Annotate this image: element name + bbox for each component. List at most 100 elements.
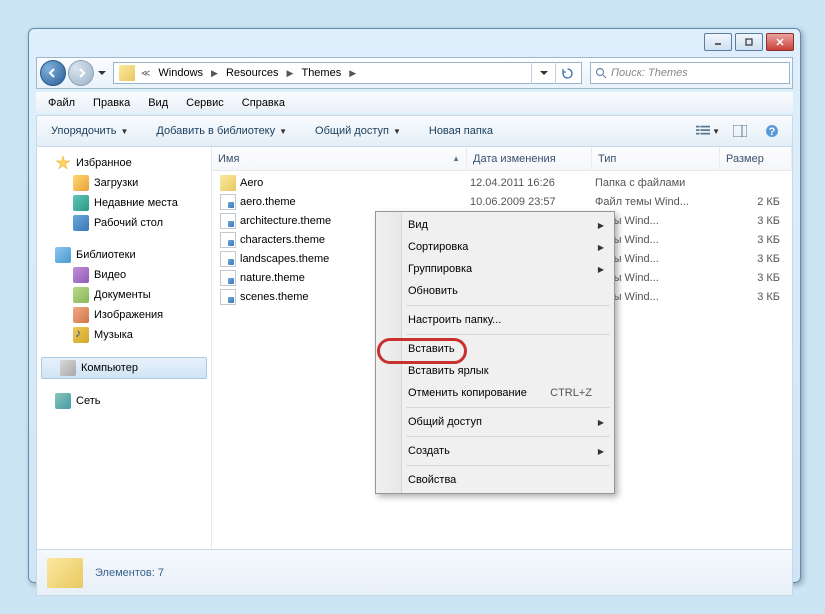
theme-icon (220, 251, 236, 267)
ctx-new[interactable]: Создать (378, 440, 612, 462)
column-type[interactable]: Тип (592, 147, 720, 170)
theme-icon (220, 213, 236, 229)
chevron-right-icon[interactable]: ▶ (346, 68, 359, 79)
titlebar (29, 29, 800, 57)
ctx-customize[interactable]: Настроить папку... (378, 309, 612, 331)
file-row[interactable]: aero.theme 10.06.2009 23:57Файл темы Wind… (212, 192, 792, 211)
sidebar-video[interactable]: Видео (37, 265, 211, 285)
theme-icon (220, 270, 236, 286)
column-headers: Имя▲ Дата изменения Тип Размер (212, 147, 792, 171)
sidebar-downloads[interactable]: Загрузки (37, 173, 211, 193)
ctx-sort[interactable]: Сортировка (378, 236, 612, 258)
sidebar-documents[interactable]: Документы (37, 285, 211, 305)
star-icon (55, 155, 71, 171)
video-icon (73, 267, 89, 283)
sidebar-network[interactable]: Сеть (37, 391, 211, 411)
preview-pane-button[interactable] (728, 120, 752, 142)
refresh-button[interactable] (555, 62, 579, 84)
file-name: aero.theme (240, 196, 296, 208)
sidebar-music[interactable]: Музыка (37, 325, 211, 345)
column-date[interactable]: Дата изменения (467, 147, 592, 170)
sidebar-libraries[interactable]: Библиотеки (37, 245, 211, 265)
menu-file[interactable]: Файл (40, 95, 83, 111)
images-icon (73, 307, 89, 323)
network-icon (55, 393, 71, 409)
back-button[interactable] (40, 60, 66, 86)
ctx-undo[interactable]: Отменить копированиеCTRL+Z (378, 382, 612, 404)
file-name: architecture.theme (240, 215, 331, 227)
computer-icon (60, 360, 76, 376)
ctx-refresh[interactable]: Обновить (378, 280, 612, 302)
menu-view[interactable]: Вид (140, 95, 176, 111)
share-button[interactable]: Общий доступ▼ (309, 122, 407, 140)
add-library-button[interactable]: Добавить в библиотеку▼ (150, 122, 293, 140)
sidebar-images[interactable]: Изображения (37, 305, 211, 325)
ctx-sharing[interactable]: Общий доступ (378, 411, 612, 433)
file-size: 3 КБ (723, 291, 792, 303)
file-size: 3 КБ (723, 253, 792, 265)
toolbar: Упорядочить▼ Добавить в библиотеку▼ Общи… (36, 115, 793, 147)
menu-edit[interactable]: Правка (85, 95, 138, 111)
library-icon (55, 247, 71, 263)
forward-button[interactable] (68, 60, 94, 86)
menu-help[interactable]: Справка (234, 95, 293, 111)
search-input[interactable]: Поиск: Themes (590, 62, 790, 84)
chevron-right-icon[interactable]: ≪ (138, 68, 153, 79)
file-row[interactable]: Aero12.04.2011 16:26Папка с файлами (212, 173, 792, 192)
organize-button[interactable]: Упорядочить▼ (45, 122, 134, 140)
sidebar-favorites[interactable]: Избранное (37, 153, 211, 173)
file-name: nature.theme (240, 272, 305, 284)
breadcrumb-segment[interactable]: Windows (153, 63, 208, 83)
file-name: characters.theme (240, 234, 325, 246)
ctx-group[interactable]: Группировка (378, 258, 612, 280)
file-name: landscapes.theme (240, 253, 329, 265)
ctx-properties[interactable]: Свойства (378, 469, 612, 491)
statusbar: Элементов: 7 (36, 550, 793, 596)
nav-history-dropdown[interactable] (95, 63, 109, 83)
minimize-button[interactable] (704, 33, 732, 51)
sidebar: Избранное Загрузки Недавние места Рабочи… (37, 147, 212, 549)
theme-icon (220, 289, 236, 305)
theme-icon (220, 232, 236, 248)
column-size[interactable]: Размер (720, 147, 792, 170)
sidebar-computer[interactable]: Компьютер (41, 357, 207, 379)
documents-icon (73, 287, 89, 303)
ctx-view[interactable]: Вид (378, 214, 612, 236)
folder-icon (220, 175, 236, 191)
column-name[interactable]: Имя▲ (212, 147, 467, 170)
file-type: Файл темы Wind... (595, 196, 723, 208)
desktop-icon (73, 215, 89, 231)
breadcrumb-segment[interactable]: Themes (296, 63, 346, 83)
downloads-icon (73, 175, 89, 191)
search-icon (595, 67, 607, 79)
breadcrumb-segment[interactable]: Resources (221, 63, 284, 83)
menu-tools[interactable]: Сервис (178, 95, 232, 111)
view-mode-button[interactable]: ▼ (696, 120, 720, 142)
new-folder-button[interactable]: Новая папка (423, 122, 499, 140)
svg-text:?: ? (769, 126, 776, 138)
file-name: scenes.theme (240, 291, 308, 303)
folder-icon (47, 558, 83, 588)
file-size: 2 КБ (723, 196, 792, 208)
file-size: 3 КБ (723, 215, 792, 227)
chevron-right-icon[interactable]: ▶ (284, 68, 297, 79)
search-placeholder: Поиск: Themes (611, 67, 688, 79)
ctx-paste-shortcut[interactable]: Вставить ярлык (378, 360, 612, 382)
menubar: Файл Правка Вид Сервис Справка (36, 92, 793, 113)
file-size: 3 КБ (723, 272, 792, 284)
breadcrumb-dropdown[interactable] (531, 62, 555, 84)
file-date: 10.06.2009 23:57 (470, 196, 595, 208)
maximize-button[interactable] (735, 33, 763, 51)
ctx-paste[interactable]: Вставить (378, 338, 612, 360)
context-menu: Вид Сортировка Группировка Обновить Наст… (375, 211, 615, 494)
breadcrumb[interactable]: ≪ Windows▶ Resources▶ Themes▶ (113, 62, 582, 84)
file-type: Папка с файлами (595, 177, 723, 189)
sidebar-desktop[interactable]: Рабочий стол (37, 213, 211, 233)
help-button[interactable]: ? (760, 120, 784, 142)
navbar: ≪ Windows▶ Resources▶ Themes▶ Поиск: The… (36, 57, 793, 89)
sidebar-recent[interactable]: Недавние места (37, 193, 211, 213)
chevron-right-icon[interactable]: ▶ (208, 68, 221, 79)
close-button[interactable] (766, 33, 794, 51)
folder-icon (119, 65, 135, 81)
music-icon (73, 327, 89, 343)
